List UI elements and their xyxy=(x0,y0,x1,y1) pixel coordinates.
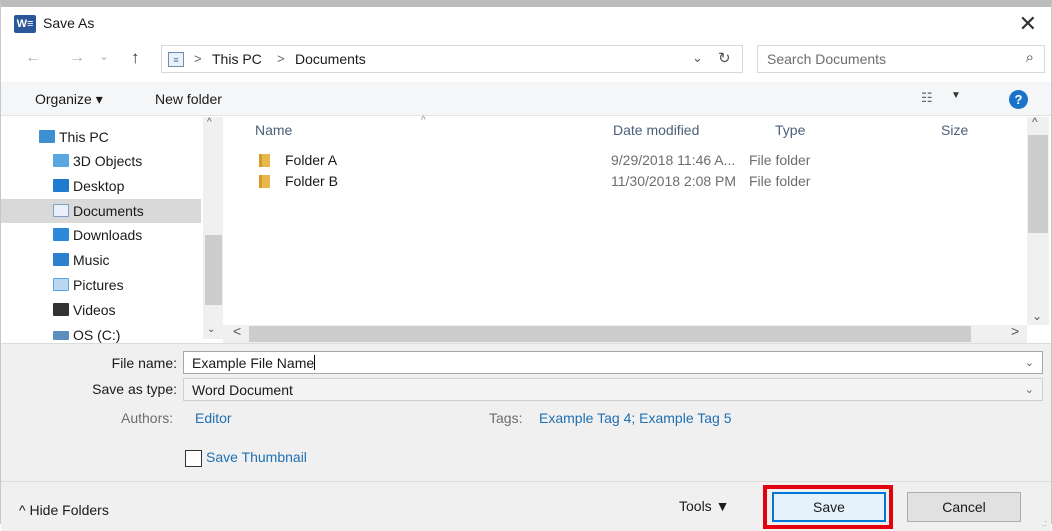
chevron-down-icon[interactable]: ⌄ xyxy=(1025,356,1034,369)
drive-icon xyxy=(53,331,69,340)
save-button[interactable]: Save xyxy=(772,492,886,522)
file-list-vertical-scroll-thumb[interactable] xyxy=(1028,135,1048,233)
video-icon xyxy=(53,303,69,316)
chevron-down-icon[interactable]: ⌄ xyxy=(1025,383,1034,396)
chevron-down-icon[interactable]: ▼ xyxy=(951,90,961,101)
sidebar-item-label: This PC xyxy=(59,129,109,145)
save-as-dialog: W≡ Save As ✕ ← → ⌄ ↑ ≡ > This PC > Docum… xyxy=(0,0,1052,531)
sidebar-item-documents[interactable]: Documents xyxy=(1,199,201,223)
scroll-left-icon[interactable]: < xyxy=(233,323,241,339)
desktop-icon xyxy=(53,179,69,192)
tools-menu-button[interactable]: Tools ▼ xyxy=(679,498,729,514)
sidebar-item-label: Pictures xyxy=(73,277,124,293)
resize-grip-icon[interactable]: .: xyxy=(1042,518,1047,528)
sidebar-item-videos[interactable]: Videos xyxy=(1,298,201,322)
file-type: File folder xyxy=(749,173,811,189)
pictures-icon xyxy=(53,278,69,291)
file-name: Folder B xyxy=(285,173,338,189)
save-thumbnail-checkbox[interactable] xyxy=(185,450,202,467)
sidebar-item-this-pc[interactable]: This PC xyxy=(1,125,201,149)
sidebar-scroll-up-icon[interactable]: ^ xyxy=(207,117,212,128)
computer-icon xyxy=(39,130,55,143)
tags-label: Tags: xyxy=(489,410,523,426)
close-button[interactable]: ✕ xyxy=(1019,10,1037,38)
authors-value[interactable]: Editor xyxy=(195,410,232,426)
title-bar: W≡ Save As ✕ xyxy=(1,7,1051,41)
cancel-button[interactable]: Cancel xyxy=(907,492,1021,522)
navigation-row: ← → ⌄ ↑ ≡ > This PC > Documents ⌄ ↻ Sear… xyxy=(1,45,1051,75)
navigation-pane: This PC 3D Objects Desktop Documents Dow… xyxy=(1,117,221,343)
address-bar[interactable]: ≡ > This PC > Documents ⌄ ↻ xyxy=(161,45,743,73)
sidebar-scrollbar[interactable] xyxy=(203,117,223,339)
file-date: 9/29/2018 11:46 A... xyxy=(611,152,736,168)
address-dropdown-icon[interactable]: ⌄ xyxy=(692,50,703,66)
column-header-type[interactable]: Type xyxy=(775,122,805,138)
documents-icon xyxy=(53,204,69,217)
scroll-up-icon[interactable]: ^ xyxy=(1032,115,1038,129)
file-type: File folder xyxy=(749,152,811,168)
organize-button[interactable]: Organize ▾ xyxy=(35,91,103,108)
scroll-right-icon[interactable]: > xyxy=(1011,323,1019,339)
sidebar-item-3d-objects[interactable]: 3D Objects xyxy=(1,149,201,173)
breadcrumb-separator[interactable]: > xyxy=(194,51,202,66)
search-icon[interactable]: ⌕ xyxy=(1026,49,1034,66)
new-folder-button[interactable]: New folder xyxy=(155,91,222,107)
sidebar-item-label: Desktop xyxy=(73,178,125,194)
save-as-type-label: Save as type: xyxy=(92,381,177,397)
sidebar-item-pictures[interactable]: Pictures xyxy=(1,273,201,297)
breadcrumb-separator[interactable]: > xyxy=(277,51,285,66)
sidebar-scroll-thumb[interactable] xyxy=(205,235,222,305)
sidebar-item-label: Documents xyxy=(73,203,144,219)
save-as-type-select[interactable]: Word Document ⌄ xyxy=(183,378,1043,401)
column-header-size[interactable]: Size xyxy=(941,122,968,138)
word-app-icon: W≡ xyxy=(14,15,36,33)
view-options-icon[interactable]: ☷ xyxy=(921,90,933,106)
sidebar-item-label: Videos xyxy=(73,302,116,318)
scroll-down-icon[interactable]: ⌄ xyxy=(1032,309,1042,323)
column-header-name[interactable]: Name xyxy=(255,122,292,138)
folder-icon xyxy=(259,175,270,188)
authors-label: Authors: xyxy=(121,410,174,426)
folder-icon xyxy=(259,154,270,167)
sidebar-item-label: 3D Objects xyxy=(73,153,143,169)
file-date: 11/30/2018 2:08 PM xyxy=(611,173,737,189)
sidebar-item-label: OS (C:) xyxy=(73,327,121,343)
forward-icon[interactable]: → xyxy=(69,49,85,67)
column-header-date-modified[interactable]: Date modified xyxy=(613,122,699,138)
recent-locations-icon[interactable]: ⌄ xyxy=(99,49,109,63)
download-icon xyxy=(53,228,69,241)
table-row[interactable]: Folder A 9/29/2018 11:46 A... File folde… xyxy=(253,150,973,172)
search-box[interactable]: Search Documents ⌕ xyxy=(757,45,1045,73)
command-toolbar: Organize ▾ New folder ☷ ▼ ? xyxy=(1,82,1051,116)
sidebar-item-desktop[interactable]: Desktop xyxy=(1,174,201,198)
up-icon[interactable]: ↑ xyxy=(131,48,140,68)
file-list: ^ Name Date modified Type Size Folder A … xyxy=(223,115,1051,343)
cube-icon xyxy=(53,154,69,167)
file-name: Folder A xyxy=(285,152,338,168)
filename-input[interactable]: Example File Name xyxy=(192,355,316,371)
tags-value[interactable]: Example Tag 4; Example Tag 5 xyxy=(539,410,732,426)
save-as-type-value: Word Document xyxy=(192,382,293,398)
file-list-horizontal-scroll-thumb[interactable] xyxy=(249,326,971,342)
breadcrumb-this-pc[interactable]: This PC xyxy=(212,51,262,67)
sidebar-scroll-down-icon[interactable]: ⌄ xyxy=(207,324,215,335)
hide-folders-button[interactable]: ^ Hide Folders xyxy=(19,502,109,518)
sidebar-item-label: Downloads xyxy=(73,227,143,243)
sidebar-item-music[interactable]: Music xyxy=(1,248,201,272)
filename-label: File name: xyxy=(111,355,177,371)
documents-location-icon: ≡ xyxy=(168,52,184,67)
breadcrumb-documents[interactable]: Documents xyxy=(295,51,366,67)
help-icon[interactable]: ? xyxy=(1009,90,1028,109)
sort-ascending-icon: ^ xyxy=(421,115,426,126)
filename-field[interactable]: Example File Name ⌄ xyxy=(183,351,1043,374)
music-icon xyxy=(53,253,69,266)
sidebar-item-downloads[interactable]: Downloads xyxy=(1,223,201,247)
back-icon[interactable]: ← xyxy=(25,49,41,67)
search-input[interactable]: Search Documents xyxy=(767,51,886,67)
save-thumbnail-label[interactable]: Save Thumbnail xyxy=(206,449,307,465)
sidebar-item-label: Music xyxy=(73,252,110,268)
window-title: Save As xyxy=(43,15,95,31)
table-row[interactable]: Folder B 11/30/2018 2:08 PM File folder xyxy=(253,171,973,193)
refresh-icon[interactable]: ↻ xyxy=(718,49,731,67)
